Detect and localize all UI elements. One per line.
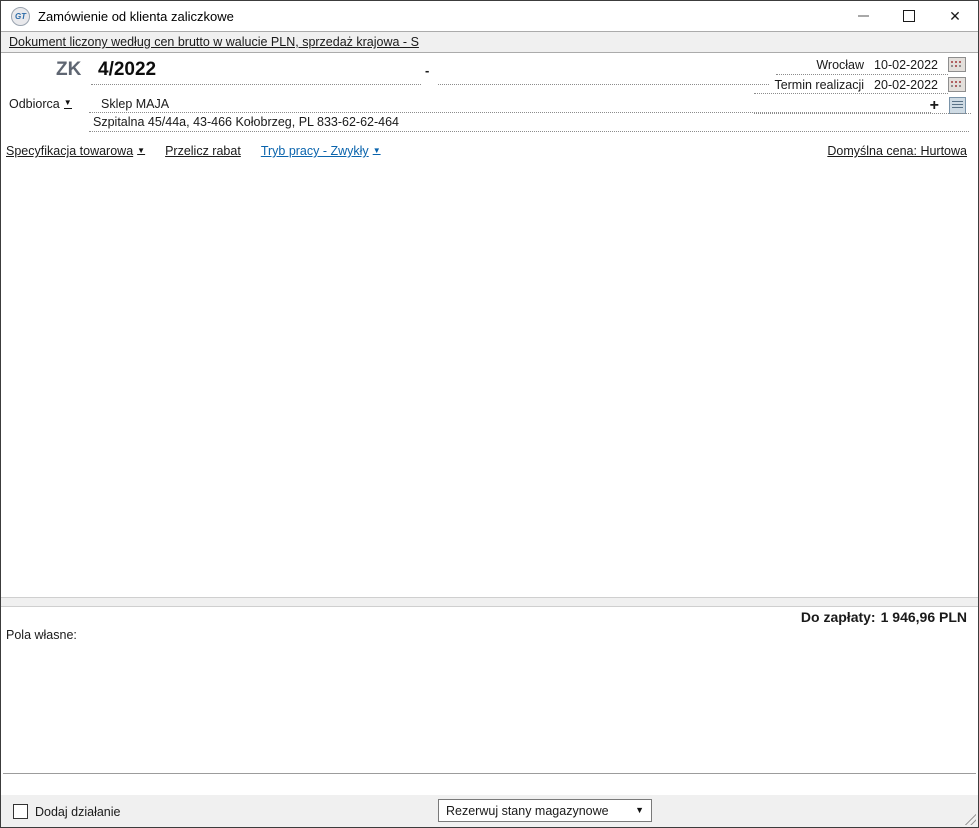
chevron-down-icon: ▼	[137, 147, 145, 155]
doc-number-field[interactable]: 4/2022	[98, 59, 156, 81]
doc-type-label: ZK	[56, 59, 81, 81]
window-title: Zamówienie od klienta zaliczkowe	[38, 9, 234, 24]
order-window: GT Zamówienie od klienta zaliczkowe ✕ Do…	[0, 0, 979, 828]
title-bar: GT Zamówienie od klienta zaliczkowe ✕	[1, 1, 978, 31]
category-field-underline	[754, 113, 971, 114]
specification-menu[interactable]: Specyfikacja towarowa ▼	[6, 144, 145, 158]
number-separator: -	[425, 63, 429, 78]
deadline-label: Termin realizacji	[774, 78, 864, 92]
deadline-date-underline	[754, 93, 948, 94]
window-controls: ✕	[840, 1, 978, 31]
add-category-button[interactable]: +	[930, 98, 939, 114]
city-label: Wrocław	[816, 58, 864, 72]
resize-grip[interactable]	[964, 813, 976, 825]
total-due-label: Do zapłaty:	[801, 609, 876, 625]
notes-list-icon[interactable]	[949, 97, 966, 114]
document-settings-bar[interactable]: Dokument liczony według cen brutto w wal…	[1, 31, 978, 53]
tabstrip-divider	[3, 773, 976, 774]
app-icon: GT	[11, 7, 30, 26]
add-action-label: Dodaj działanie	[35, 805, 120, 819]
recipient-name-underline	[89, 112, 931, 113]
deadline-date-field[interactable]: 20-02-2022	[874, 78, 938, 92]
recipient-name-field[interactable]: Sklep MAJA	[101, 97, 169, 111]
chevron-down-icon: ▼	[635, 806, 644, 815]
document-settings-link[interactable]: Dokument liczony według cen brutto w wal…	[9, 35, 419, 49]
recipient-address-underline	[89, 131, 969, 132]
close-icon: ✕	[949, 9, 961, 23]
stock-reservation-value: Rezerwuj stany magazynowe	[446, 804, 609, 818]
grid-toolbar: Specyfikacja towarowa ▼ Przelicz rabat T…	[1, 141, 978, 163]
stock-reservation-dropdown[interactable]: Rezerwuj stany magazynowe ▼	[438, 799, 652, 822]
recipient-address-field[interactable]: Szpitalna 45/44a, 43-466 Kołobrzeg, PL 8…	[93, 115, 399, 129]
recipient-label: Odbiorca	[9, 97, 60, 111]
issue-date-field[interactable]: 10-02-2022	[874, 58, 938, 72]
doc-number-underline	[91, 84, 421, 85]
document-header: ZK 4/2022 - Wrocław 10-02-2022 Termin re…	[1, 53, 978, 141]
extension-field-underline[interactable]	[438, 84, 769, 85]
work-mode-menu[interactable]: Tryb pracy - Zwykły ▼	[261, 144, 381, 158]
total-due: Do zapłaty: 1 946,96 PLN	[1, 605, 967, 628]
default-price-link[interactable]: Domyślna cena: Hurtowa	[827, 144, 967, 158]
custom-fields-label: Pola własne:	[6, 628, 77, 642]
close-button[interactable]: ✕	[932, 1, 978, 31]
recipient-dropdown-icon[interactable]: ▼	[64, 99, 72, 109]
minimize-button[interactable]	[840, 1, 886, 31]
total-due-value: 1 946,96 PLN	[881, 609, 967, 625]
specification-menu-label: Specyfikacja towarowa	[6, 144, 133, 158]
chevron-down-icon: ▼	[373, 147, 381, 155]
recalc-discount-link[interactable]: Przelicz rabat	[165, 144, 241, 158]
minimize-icon	[858, 15, 869, 17]
maximize-button[interactable]	[886, 1, 932, 31]
footer-bar: Dodaj działanie Rezerwuj stany magazynow…	[1, 795, 978, 827]
calendar-icon[interactable]	[948, 77, 966, 92]
maximize-icon	[903, 10, 915, 22]
work-mode-label: Tryb pracy - Zwykły	[261, 144, 369, 158]
issue-date-underline	[776, 74, 948, 75]
calendar-icon[interactable]	[948, 57, 966, 72]
add-action-checkbox[interactable]	[13, 804, 28, 819]
